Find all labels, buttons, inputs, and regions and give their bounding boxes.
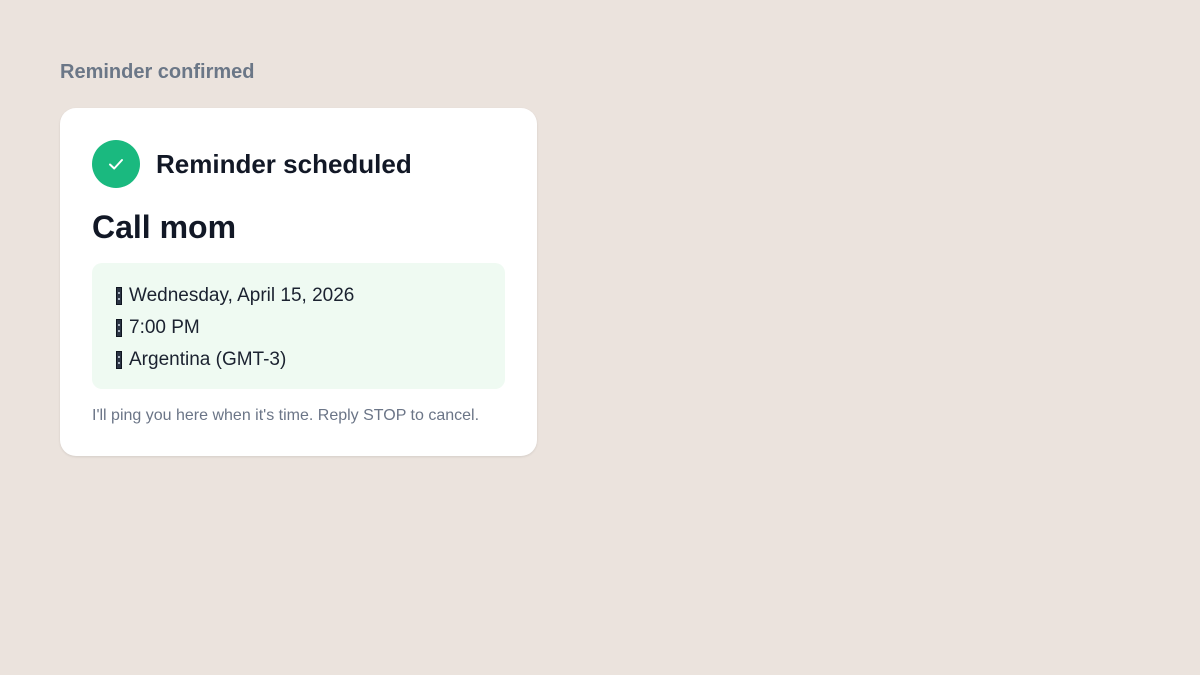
detail-row-time: 7:00 PM <box>116 312 481 344</box>
checkmark-icon <box>92 140 140 188</box>
detail-row-date: Wednesday, April 15, 2026 <box>116 280 481 312</box>
status-title: Reminder scheduled <box>156 149 412 179</box>
reminder-card: Reminder scheduled Call mom Wednesday, A… <box>60 108 537 456</box>
details-box: Wednesday, April 15, 2026 7:00 PM Argent… <box>92 263 505 389</box>
clock-icon <box>116 319 122 337</box>
footnote: I'll ping you here when it's time. Reply… <box>92 407 480 424</box>
reminder-title: Call mom <box>92 209 237 245</box>
globe-icon <box>116 351 122 369</box>
status-row: Reminder scheduled <box>92 140 505 188</box>
detail-date: Wednesday, April 15, 2026 <box>129 285 355 306</box>
calendar-icon <box>116 287 122 305</box>
detail-row-timezone: Argentina (GMT-3) <box>116 344 481 376</box>
detail-timezone: Argentina (GMT-3) <box>129 349 287 370</box>
detail-time: 7:00 PM <box>129 317 200 338</box>
page-heading: Reminder confirmed <box>60 61 255 83</box>
